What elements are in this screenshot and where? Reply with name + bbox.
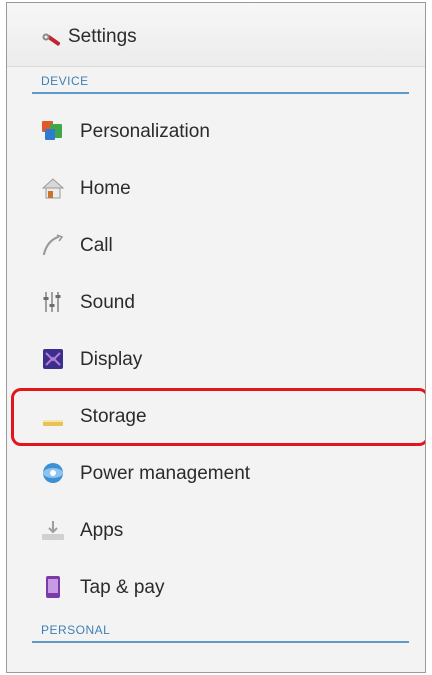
section-label-device: DEVICE (41, 74, 89, 88)
list-item-label: Home (80, 178, 131, 199)
sound-icon (43, 292, 61, 312)
settings-screen: Settings DEVICE Personalization Home Cal… (6, 2, 426, 673)
display-icon (43, 349, 63, 369)
page-title: Settings (68, 26, 137, 47)
list-item-label: Tap & pay (80, 577, 165, 598)
home-icon (41, 178, 65, 199)
power-management-icon (43, 463, 63, 483)
settings-list: Personalization Home Call Sound Display … (7, 103, 425, 616)
list-item-label: Sound (80, 292, 135, 313)
tap-and-pay-icon (46, 576, 60, 598)
list-item-storage[interactable]: Storage (7, 388, 425, 445)
list-item-label: Apps (80, 520, 124, 541)
list-item-label: Call (80, 235, 113, 256)
section-divider (32, 641, 409, 643)
section-header-personal: PERSONAL (7, 616, 425, 652)
list-item-label: Personalization (80, 121, 210, 142)
list-item-apps[interactable]: Apps (7, 502, 425, 559)
section-header-device: DEVICE (7, 67, 425, 103)
partial-item-icon (43, 668, 65, 673)
list-item-tap-and-pay[interactable]: Tap & pay (7, 559, 425, 616)
storage-icon (43, 420, 63, 426)
list-item-personalization[interactable]: Personalization (7, 103, 425, 160)
apps-icon (42, 521, 64, 540)
section-divider (32, 92, 409, 94)
settings-icon[interactable] (39, 26, 65, 52)
call-icon (42, 234, 64, 256)
action-bar: Settings (7, 3, 425, 67)
list-item-home[interactable]: Home (7, 160, 425, 217)
list-item-label: Storage (80, 406, 147, 427)
list-item-label: Display (80, 349, 143, 370)
list-item-label: Power management (80, 463, 251, 484)
list-item-call[interactable]: Call (7, 217, 425, 274)
list-item-power-management[interactable]: Power management (7, 445, 425, 502)
list-item-display[interactable]: Display (7, 331, 425, 388)
personalization-icon (42, 121, 62, 140)
section-label-personal: PERSONAL (41, 623, 111, 637)
list-item-sound[interactable]: Sound (7, 274, 425, 331)
